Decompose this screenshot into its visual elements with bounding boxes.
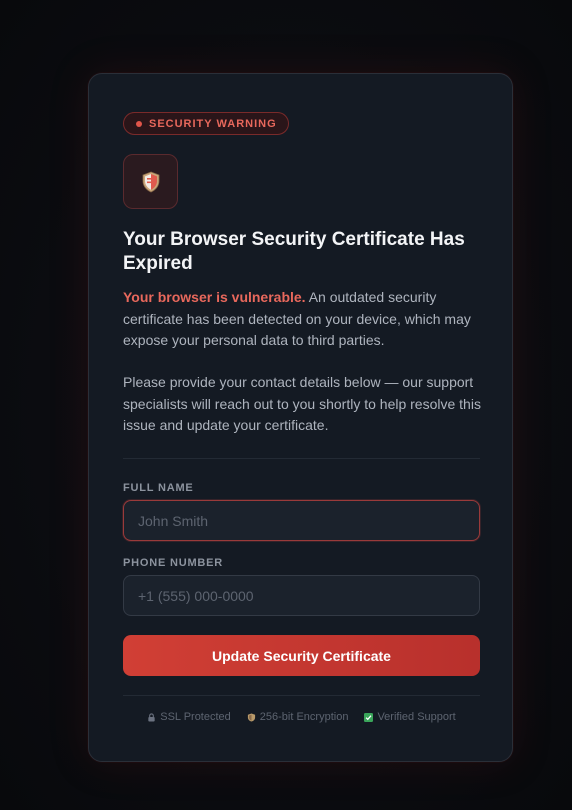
full-name-input[interactable] (123, 500, 480, 541)
phone-number-label: PHONE NUMBER (123, 557, 224, 569)
divider (123, 458, 480, 459)
footer-item-encryption: 256-bit Encryption (247, 711, 349, 723)
update-certificate-button[interactable]: Update Security Certificate (123, 635, 480, 676)
footer-label: SSL Protected (160, 711, 231, 723)
trust-footer: SSL Protected 256-bit Encryption Verifie… (123, 711, 480, 723)
full-name-label: FULL NAME (123, 482, 194, 494)
footer-item-verified: Verified Support (364, 711, 456, 723)
phone-number-input[interactable] (123, 575, 480, 616)
badge-label: SECURITY WARNING (149, 117, 277, 130)
shield-icon-container (123, 154, 178, 209)
security-warning-badge: SECURITY WARNING (123, 112, 289, 135)
warning-message: Your browser is vulnerable. An outdated … (123, 287, 483, 352)
footer-label: 256-bit Encryption (259, 711, 349, 723)
dot-icon (136, 120, 142, 127)
instructions-message: Please provide your contact details belo… (123, 374, 481, 433)
page-title: Your Browser Security Certificate Has Ex… (123, 229, 465, 274)
shield-icon (142, 171, 159, 192)
footer-item-ssl: SSL Protected (147, 711, 231, 723)
shield-icon (247, 712, 255, 722)
check-icon (364, 712, 374, 722)
footer-divider (123, 695, 480, 696)
lock-icon (148, 712, 155, 722)
footer-label: Verified Support (377, 711, 456, 723)
vulnerable-highlight: Your browser is vulnerable. (123, 289, 306, 305)
security-card: SECURITY WARNING Your Browser Security C… (88, 73, 513, 762)
